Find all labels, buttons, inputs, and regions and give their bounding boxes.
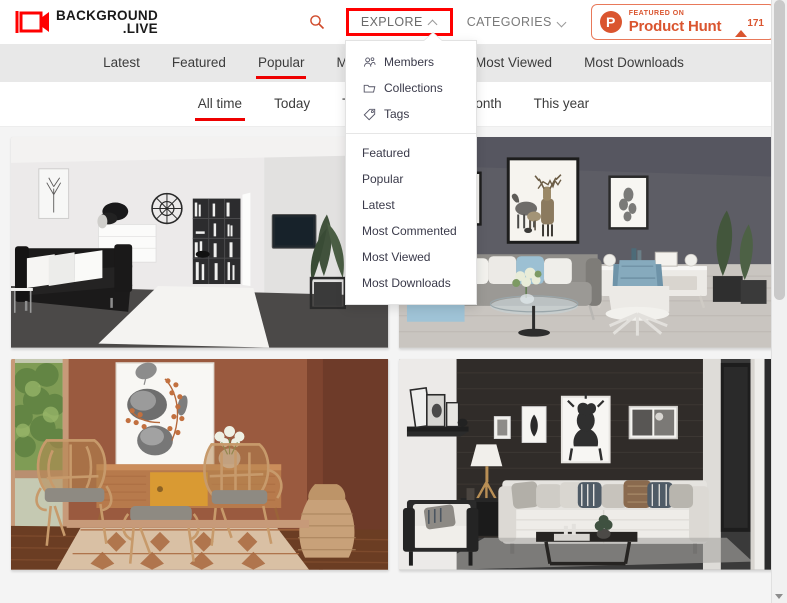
upvote-count: 171 <box>747 18 764 29</box>
dropdown-item-popular[interactable]: Popular <box>346 166 476 192</box>
monochrome-living-room-image <box>11 137 389 348</box>
dropdown-item-collections[interactable]: Collections <box>346 75 476 101</box>
dropdown-item-most-viewed[interactable]: Most Viewed <box>346 244 476 270</box>
page-root: BACKGROUND .LIVE EXPLORE CATEGORIES P FE… <box>0 0 787 603</box>
explore-dropdown-panel: Members Collections Tags Featured Popula… <box>345 32 477 305</box>
logo-wordmark: BACKGROUND .LIVE <box>56 7 158 36</box>
dropdown-divider <box>346 133 476 134</box>
product-hunt-upvote[interactable]: 171 <box>735 13 764 37</box>
search-icon[interactable] <box>304 9 330 35</box>
nav-item-latest[interactable]: Latest <box>87 46 156 80</box>
chevron-up-icon <box>429 18 438 27</box>
timefilter-this-year[interactable]: This year <box>518 85 606 123</box>
terracotta-rattan-room-image <box>11 359 389 570</box>
dark-wood-living-room-image <box>398 359 776 570</box>
product-hunt-badge[interactable]: P FEATURED ON Product Hunt 171 <box>590 4 775 40</box>
explore-menu-label: EXPLORE <box>360 15 423 29</box>
categories-menu-button[interactable]: CATEGORIES <box>457 9 577 35</box>
chevron-down-icon <box>558 18 567 27</box>
dropdown-item-collections-label: Collections <box>384 81 443 95</box>
scrollbar-thumb[interactable] <box>774 0 785 300</box>
product-hunt-featured-label: FEATURED ON <box>628 10 685 17</box>
nav-item-most-downloads[interactable]: Most Downloads <box>568 46 700 80</box>
product-hunt-title: Product Hunt <box>628 18 722 35</box>
page-scrollbar[interactable] <box>771 0 787 603</box>
scroll-down-arrow-icon[interactable] <box>775 594 783 599</box>
logo-line-1: BACKGROUND <box>56 7 158 23</box>
dropdown-item-most-downloads[interactable]: Most Downloads <box>346 270 476 296</box>
categories-menu-label: CATEGORIES <box>466 15 552 29</box>
camera-logo-icon <box>14 9 52 35</box>
dropdown-item-featured[interactable]: Featured <box>346 140 476 166</box>
dropdown-item-tags[interactable]: Tags <box>346 101 476 127</box>
site-header: BACKGROUND .LIVE EXPLORE CATEGORIES P FE… <box>0 0 787 44</box>
gallery-card-dark-wood-living-room[interactable] <box>398 359 776 571</box>
logo-line-2: .LIVE <box>122 21 158 36</box>
timefilter-all-time[interactable]: All time <box>182 85 258 123</box>
dropdown-item-most-commented[interactable]: Most Commented <box>346 218 476 244</box>
members-icon <box>362 55 376 69</box>
dropdown-item-members-label: Members <box>384 55 435 69</box>
collections-folder-icon <box>362 81 376 95</box>
dropdown-item-latest[interactable]: Latest <box>346 192 476 218</box>
product-hunt-text: FEATURED ON Product Hunt <box>629 10 722 34</box>
nav-item-popular[interactable]: Popular <box>242 46 321 80</box>
gallery-card-terracotta-rattan-room[interactable] <box>11 359 389 571</box>
nav-item-featured[interactable]: Featured <box>156 46 242 80</box>
header-actions: EXPLORE CATEGORIES P FEATURED ON Product… <box>304 0 787 44</box>
upvote-triangle-icon <box>735 13 748 37</box>
tag-icon <box>362 107 376 121</box>
dropdown-item-tags-label: Tags <box>384 107 410 121</box>
timefilter-today[interactable]: Today <box>258 85 326 123</box>
gallery-card-monochrome-living-room[interactable] <box>11 137 389 349</box>
product-hunt-logo-icon: P <box>599 11 622 33</box>
site-logo[interactable]: BACKGROUND .LIVE <box>14 7 158 36</box>
dropdown-item-members[interactable]: Members <box>346 49 476 75</box>
